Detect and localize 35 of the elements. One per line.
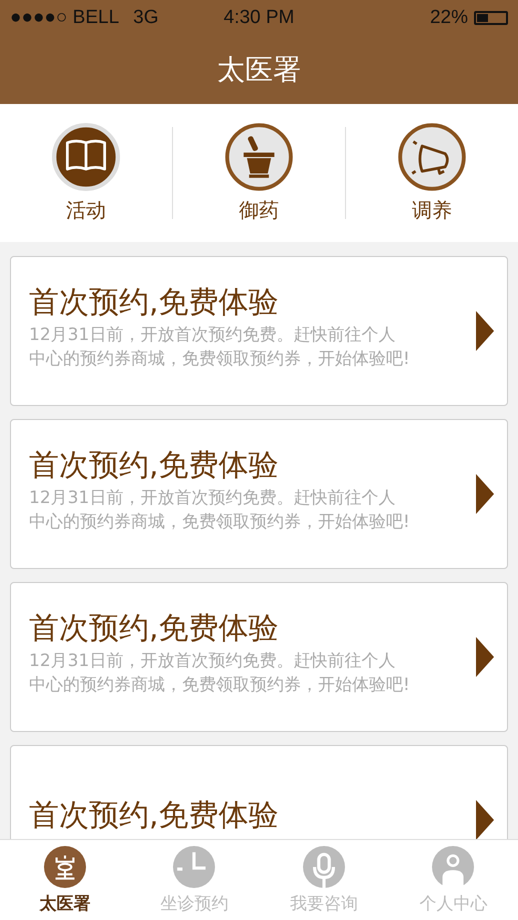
clock-time: 4:30 PM <box>224 7 294 29</box>
promo-card[interactable]: 首次预约,免费体验 12月31日前，开放首次预约免费。赶快前往个人 中心的预约券商城，免费领取预约券，开始体验吧! <box>10 582 508 732</box>
tab-bar-item[interactable]: 太医署 <box>0 840 130 920</box>
network-type: 3G <box>133 7 158 29</box>
card-description: 12月31日前，开放首次预约免费。赶快前往个人 <box>29 488 396 508</box>
category-button[interactable]: 活动 <box>0 122 172 224</box>
clock-icon <box>173 846 216 888</box>
promo-card[interactable]: 首次预约,免费体验 12月31日前，开放首次预约免费。赶快前往个人 中心的预约券商城，免费领取预约券，开始体验吧! <box>10 256 508 406</box>
card-description: 12月31日前，开放首次预约免费。赶快前往个人 <box>29 325 396 345</box>
hall-icon <box>44 846 86 888</box>
book-icon <box>52 122 120 190</box>
mic-icon <box>302 846 345 888</box>
app-title: 太医署 <box>217 52 301 88</box>
card-title: 首次预约,免费体验 <box>29 285 280 321</box>
chevron-right-icon <box>475 474 495 514</box>
category-button[interactable]: 调养 <box>346 122 518 224</box>
megaphone-icon <box>398 122 466 190</box>
person-icon <box>432 846 474 888</box>
card-description: 12月31日前，开放首次预约免费。赶快前往个人 <box>29 651 396 671</box>
battery-percent: 22% <box>430 7 468 29</box>
mortar-icon <box>225 122 293 190</box>
card-title: 首次预约,免费体验 <box>29 798 280 834</box>
promo-card[interactable]: 首次预约,免费体验 <box>10 745 508 839</box>
card-description: 中心的预约券商城，免费领取预约券，开始体验吧! <box>29 512 411 532</box>
category-button[interactable]: 御药 <box>173 122 345 224</box>
battery-icon <box>474 11 508 25</box>
chevron-right-icon <box>475 800 495 839</box>
card-description: 中心的预约券商城，免费领取预约券，开始体验吧! <box>29 675 411 695</box>
card-title: 首次预约,免费体验 <box>29 448 280 484</box>
promo-card[interactable]: 首次预约,免费体验 12月31日前，开放首次预约免费。赶快前往个人 中心的预约券商城，免费领取预约券，开始体验吧! <box>10 419 508 569</box>
card-title: 首次预约,免费体验 <box>29 611 280 647</box>
carrier-signal: ●●●●○ BELL <box>10 7 120 29</box>
chevron-right-icon <box>475 311 495 351</box>
chevron-right-icon <box>475 637 495 677</box>
card-description: 中心的预约券商城，免费领取预约券，开始体验吧! <box>29 349 411 369</box>
